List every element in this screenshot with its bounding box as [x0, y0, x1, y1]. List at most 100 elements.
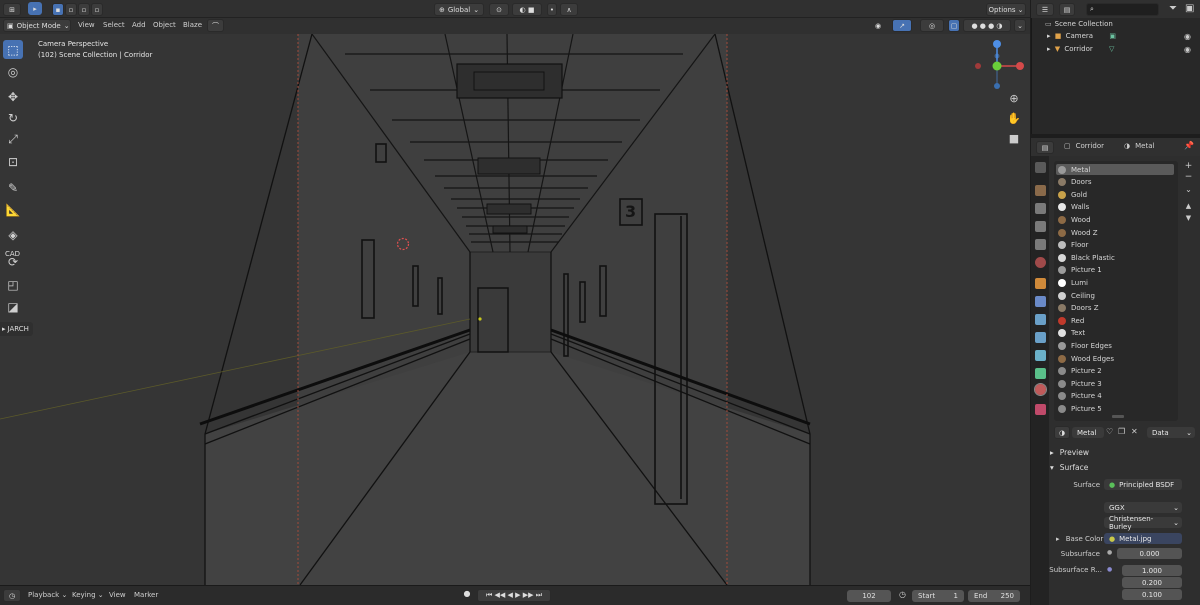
material-slot-2[interactable]: Gold	[1056, 189, 1174, 200]
tab-scene[interactable]	[1035, 239, 1046, 250]
shading-modes[interactable]: ● ● ● ◑	[963, 19, 1011, 32]
tool-transform[interactable]: ⊡	[3, 152, 23, 171]
tool-rotate[interactable]: ↻	[3, 108, 23, 127]
menu-object[interactable]: Object	[153, 21, 176, 29]
current-frame-field[interactable]: 102	[847, 590, 891, 602]
3d-viewport[interactable]: Camera Perspective (102) Scene Collectio…	[0, 34, 1030, 585]
outliner-item-camera[interactable]: ▸ ■ Camera ▣	[1047, 32, 1116, 40]
intersect-selection-button[interactable]: ▫	[91, 3, 103, 16]
tab-texture[interactable]	[1035, 404, 1046, 415]
start-frame-field[interactable]: Start 1	[912, 590, 964, 602]
gizmo-toggle[interactable]: ↗	[892, 19, 912, 32]
subsurface-radius-z[interactable]: 0.100	[1122, 589, 1182, 600]
editor-type-button[interactable]: ⊞	[3, 3, 21, 16]
material-slot-10[interactable]: Ceiling	[1056, 290, 1174, 301]
material-slot-5[interactable]: Wood Z	[1056, 227, 1174, 238]
preview-panel-header[interactable]: ▸ Preview	[1050, 445, 1198, 459]
camera-view-icon[interactable]: ■	[1006, 132, 1022, 148]
material-slot-8[interactable]: Picture 1	[1056, 265, 1174, 276]
options-dropdown[interactable]: Options ⌄	[986, 3, 1026, 16]
keying-menu[interactable]: Keying ⌄	[72, 591, 104, 599]
playback-controls[interactable]: ⏮ ◀◀ ◀ ▶ ▶▶ ⏭	[477, 589, 551, 602]
surface-panel-header[interactable]: ▾ Surface	[1050, 460, 1198, 474]
menu-select[interactable]: Select	[103, 21, 125, 29]
pivot-point-dropdown[interactable]: ⊙	[489, 3, 509, 16]
snap-dropdown[interactable]: ◐ ■	[512, 3, 542, 16]
material-slot-18[interactable]: Picture 4	[1056, 391, 1174, 402]
record-button[interactable]: ●	[461, 589, 473, 602]
fake-user-icon[interactable]: ♡	[1106, 427, 1113, 436]
material-slot-1[interactable]: Doors	[1056, 177, 1174, 188]
tab-world[interactable]	[1035, 257, 1046, 268]
stopwatch-icon[interactable]: ◷	[899, 590, 906, 599]
new-collection-icon[interactable]: ▣	[1185, 3, 1194, 14]
material-slot-6[interactable]: Floor	[1056, 240, 1174, 251]
slot-specials-button[interactable]: ⌄	[1183, 185, 1194, 196]
subtract-selection-button[interactable]: ▫	[78, 3, 90, 16]
properties-editor-type[interactable]: ▤	[1036, 141, 1054, 154]
material-slot-15[interactable]: Wood Edges	[1056, 353, 1174, 364]
visibility-dropdown[interactable]: ◉	[868, 19, 888, 32]
filter-icon[interactable]: ⏷	[1169, 3, 1177, 14]
tool-bevel[interactable]: ◰	[3, 275, 23, 294]
subsurface-field[interactable]: 0.000	[1117, 548, 1182, 559]
tool-annotate[interactable]: ✎	[3, 178, 23, 197]
material-slot-17[interactable]: Picture 3	[1056, 378, 1174, 389]
new-selection-button[interactable]: ▪	[52, 3, 64, 16]
list-resize-handle[interactable]	[1112, 415, 1124, 418]
outliner-item-corridor[interactable]: ▸ ▼ Corridor ▽	[1047, 45, 1114, 53]
tab-material[interactable]	[1034, 383, 1047, 396]
tab-output[interactable]	[1035, 203, 1046, 214]
subsurface-method-dropdown[interactable]: Christensen-Burley ⌄	[1104, 515, 1182, 531]
distribution-dropdown[interactable]: GGX ⌄	[1104, 502, 1182, 513]
select-mode-button[interactable]: ▸	[28, 2, 42, 15]
overlay-toggle[interactable]: ◎	[920, 19, 944, 32]
tab-object[interactable]	[1035, 278, 1046, 289]
link-dropdown[interactable]: Data ⌄	[1147, 427, 1195, 438]
duplicate-material-icon[interactable]: ❐	[1118, 427, 1125, 436]
material-slot-19[interactable]: Picture 5	[1056, 403, 1174, 414]
eye-icon[interactable]: ◉	[1184, 45, 1191, 54]
outliner-editor-type[interactable]: ☰	[1036, 3, 1054, 16]
tool-cad[interactable]: ⟳	[3, 252, 23, 271]
timeline-view-menu[interactable]: View	[109, 591, 126, 599]
tab-modifiers[interactable]	[1035, 296, 1046, 307]
blaze-extra-button[interactable]: ⌒	[207, 19, 224, 32]
tool-scale[interactable]: ⤢	[3, 130, 23, 149]
playback-menu[interactable]: Playback ⌄	[28, 591, 67, 599]
tool-move[interactable]: ✥	[3, 87, 23, 106]
tab-particles[interactable]	[1035, 314, 1046, 325]
unlink-material-icon[interactable]: ✕	[1131, 427, 1138, 436]
menu-blaze[interactable]: Blaze	[183, 21, 202, 29]
tab-constraints[interactable]	[1035, 350, 1046, 361]
timeline-editor-type[interactable]: ◷	[3, 589, 21, 602]
outliner-scene-collection[interactable]: ▭ Scene Collection	[1045, 20, 1113, 28]
tool-cursor[interactable]: ◎	[3, 62, 23, 81]
material-slot-3[interactable]: Walls	[1056, 202, 1174, 213]
tool-add-cube[interactable]: ◈	[3, 225, 23, 244]
add-slot-button[interactable]: +	[1183, 161, 1194, 172]
shading-options-dropdown[interactable]: ⌄	[1014, 19, 1026, 32]
tab-data[interactable]	[1035, 368, 1046, 379]
material-slot-0[interactable]: Metal	[1056, 164, 1174, 175]
display-mode-dropdown[interactable]: ▤	[1059, 3, 1075, 16]
end-frame-field[interactable]: End 250	[968, 590, 1020, 602]
subsurface-radius-y[interactable]: 0.200	[1122, 577, 1182, 588]
transform-orientation-dropdown[interactable]: ⊕ Global ⌄	[434, 3, 484, 16]
move-slot-down-button[interactable]: ▼	[1183, 214, 1194, 225]
browse-material-button[interactable]: ◑	[1054, 426, 1070, 439]
remove-slot-button[interactable]: −	[1183, 172, 1194, 183]
outliner-search-input[interactable]: ⌕	[1086, 3, 1159, 16]
material-slot-7[interactable]: Black Plastic	[1056, 252, 1174, 263]
pin-icon[interactable]: 📌	[1184, 141, 1194, 150]
tool-select-box[interactable]: ⬚	[3, 40, 23, 59]
material-slot-16[interactable]: Picture 2	[1056, 366, 1174, 377]
material-slot-11[interactable]: Doors Z	[1056, 303, 1174, 314]
tab-physics[interactable]	[1035, 332, 1046, 343]
zoom-icon[interactable]: ⊕	[1006, 92, 1022, 108]
material-slot-13[interactable]: Text	[1056, 328, 1174, 339]
xray-toggle[interactable]: ▢	[948, 19, 960, 32]
tool-knife[interactable]: ◪	[3, 297, 23, 316]
menu-view[interactable]: View	[78, 21, 95, 29]
eye-icon[interactable]: ◉	[1184, 32, 1191, 41]
